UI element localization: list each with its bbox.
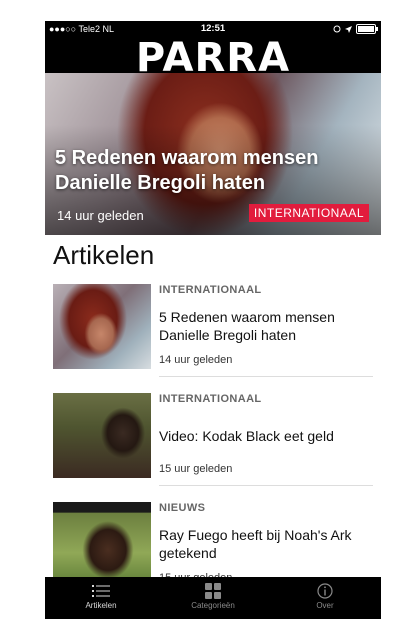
- article-title: Ray Fuego heeft bij Noah's Ark getekend: [159, 527, 352, 561]
- location-arrow-icon: [345, 25, 352, 33]
- article-category: INTERNATIONAAL: [159, 284, 262, 296]
- tab-label: Categorieën: [191, 601, 235, 610]
- tab-bar: Artikelen Categorieën Over: [45, 577, 381, 619]
- top-bar: ●●●○○ Tele2 NL 12:51 PARRA: [45, 21, 381, 81]
- tab-categorieen[interactable]: Categorieën: [157, 577, 269, 619]
- featured-title: 5 Redenen waarom mensen Danielle Bregoli…: [55, 147, 319, 194]
- featured-category-badge: INTERNATIONAAL: [248, 204, 369, 222]
- app-screen: ●●●○○ Tele2 NL 12:51 PARRA 5 Redenen waa…: [45, 21, 381, 619]
- section-title: Artikelen: [53, 240, 155, 270]
- article-title: Video: Kodak Black eet geld: [159, 428, 334, 444]
- status-time: 12:51: [200, 23, 226, 34]
- list-item[interactable]: INTERNATIONAAL Video: Kodak Black eet ge…: [53, 393, 373, 488]
- status-icons: [333, 24, 378, 34]
- info-icon: [317, 583, 333, 599]
- list-icon: [92, 585, 110, 597]
- divider: [159, 485, 373, 486]
- article-category: NIEUWS: [159, 502, 206, 514]
- tab-over[interactable]: Over: [269, 577, 381, 619]
- article-time: 14 uur geleden: [159, 354, 233, 366]
- tab-label: Artikelen: [85, 601, 117, 610]
- tab-artikelen[interactable]: Artikelen: [45, 577, 157, 619]
- article-time: 15 uur geleden: [159, 463, 233, 475]
- article-thumbnail: [53, 393, 151, 478]
- grid-icon: [205, 583, 221, 599]
- article-thumbnail: [53, 502, 151, 587]
- list-item[interactable]: INTERNATIONAAL 5 Redenen waarom mensen D…: [53, 284, 373, 379]
- tab-label: Over: [316, 601, 334, 610]
- featured-article[interactable]: 5 Redenen waarom mensen Danielle Bregoli…: [45, 73, 381, 235]
- divider: [159, 376, 373, 377]
- article-category: INTERNATIONAAL: [159, 393, 262, 405]
- alarm-icon: [333, 25, 341, 33]
- featured-time: 14 uur geleden: [57, 208, 144, 223]
- battery-icon: [356, 24, 378, 34]
- article-thumbnail: [53, 284, 151, 369]
- article-title: 5 Redenen waarom mensen Danielle Bregoli…: [159, 309, 335, 343]
